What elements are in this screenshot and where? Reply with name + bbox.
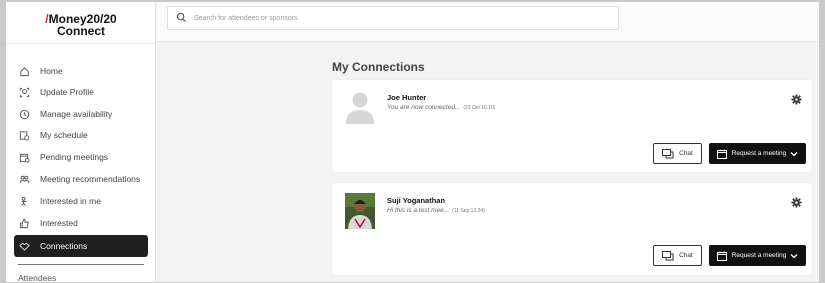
last-message: Hi this is a test mee... (11 Sep 13:24) <box>387 207 485 214</box>
search-icon <box>176 12 188 24</box>
last-message-text: You are now connected... <box>387 104 461 111</box>
calendar-pending-icon <box>18 151 30 163</box>
sidebar-item-update-profile[interactable]: Update Profile <box>14 82 148 102</box>
home-icon <box>18 65 30 77</box>
clock-icon <box>18 108 30 120</box>
sidebar-item-label: Interested in me <box>40 196 101 206</box>
sidebar-item-label: Interested <box>40 218 78 228</box>
sidebar-item-meeting-recommendations[interactable]: Meeting recommendations <box>14 169 148 189</box>
message-timestamp: (23 Oct 16:10) <box>463 105 496 111</box>
connection-name[interactable]: Joe Hunter <box>387 93 426 102</box>
sidebar-item-label: My schedule <box>40 130 88 140</box>
sidebar: /Money20/20 Connect Home Update Profile … <box>6 2 156 282</box>
topbar: Search for attendees or sponsors <box>157 2 819 42</box>
gear-icon[interactable] <box>791 195 802 208</box>
sidebar-item-label: Connections <box>40 241 88 251</box>
nav-section-attendees[interactable]: Attendees <box>18 273 56 282</box>
chat-button[interactable]: Chat <box>653 245 702 266</box>
profile-icon <box>18 86 30 98</box>
message-timestamp: (11 Sep 13:24) <box>452 208 485 214</box>
page-title: My Connections <box>332 60 425 74</box>
sidebar-item-label: Home <box>40 66 63 76</box>
request-meeting-label: Request a meeting <box>731 252 787 259</box>
people-icon <box>18 173 30 185</box>
sidebar-item-label: Meeting recommendations <box>40 174 141 184</box>
request-meeting-button[interactable]: Request a meeting <box>709 245 806 266</box>
search-placeholder: Search for attendees or sponsors <box>194 14 298 22</box>
calendar-icon <box>716 251 727 261</box>
sidebar-item-label: Pending meetings <box>40 152 109 162</box>
sidebar-item-home[interactable]: Home <box>14 61 148 81</box>
avatar-photo[interactable] <box>345 193 375 229</box>
chat-button[interactable]: Chat <box>653 143 702 164</box>
nav-divider <box>18 264 144 265</box>
schedule-icon <box>18 129 30 141</box>
logo-subtitle: Connect <box>57 24 105 38</box>
handshake-icon <box>18 240 30 252</box>
connection-name[interactable]: Suji Yoganathan <box>387 196 445 205</box>
calendar-icon <box>716 149 727 159</box>
request-meeting-button[interactable]: Request a meeting <box>709 143 806 164</box>
thumbs-up-icon <box>18 217 30 229</box>
app-window: /Money20/20 Connect Home Update Profile … <box>6 2 819 282</box>
last-message-text: Hi this is a test mee... <box>387 207 450 214</box>
logo[interactable]: /Money20/20 Connect <box>6 2 156 44</box>
sidebar-item-interested[interactable]: Interested <box>14 213 148 233</box>
sidebar-item-manage-availability[interactable]: Manage availability <box>14 104 148 124</box>
sidebar-item-interested-in-me[interactable]: Interested in me <box>14 191 148 211</box>
connection-card: Suji Yoganathan Hi this is a test mee...… <box>332 183 812 275</box>
sidebar-item-label: Manage availability <box>40 109 113 119</box>
chat-icon <box>662 250 675 261</box>
chevron-down-icon <box>790 252 798 260</box>
last-message: You are now connected... (23 Oct 16:10) <box>387 104 495 111</box>
sidebar-item-label: Update Profile <box>40 87 94 97</box>
chat-label: Chat <box>679 252 693 259</box>
gear-icon[interactable] <box>791 92 802 105</box>
search-input[interactable]: Search for attendees or sponsors <box>167 6 619 30</box>
interested-in-me-icon <box>18 195 30 207</box>
request-meeting-label: Request a meeting <box>731 150 787 157</box>
chevron-down-icon <box>790 150 798 158</box>
connection-card: Joe Hunter You are now connected... (23 O… <box>332 80 812 172</box>
chat-label: Chat <box>679 150 693 157</box>
sidebar-item-connections[interactable]: Connections <box>14 235 148 257</box>
chat-icon <box>662 148 675 159</box>
avatar-placeholder[interactable] <box>345 90 375 124</box>
sidebar-item-my-schedule[interactable]: My schedule <box>14 125 148 145</box>
sidebar-item-pending-meetings[interactable]: Pending meetings <box>14 147 148 167</box>
